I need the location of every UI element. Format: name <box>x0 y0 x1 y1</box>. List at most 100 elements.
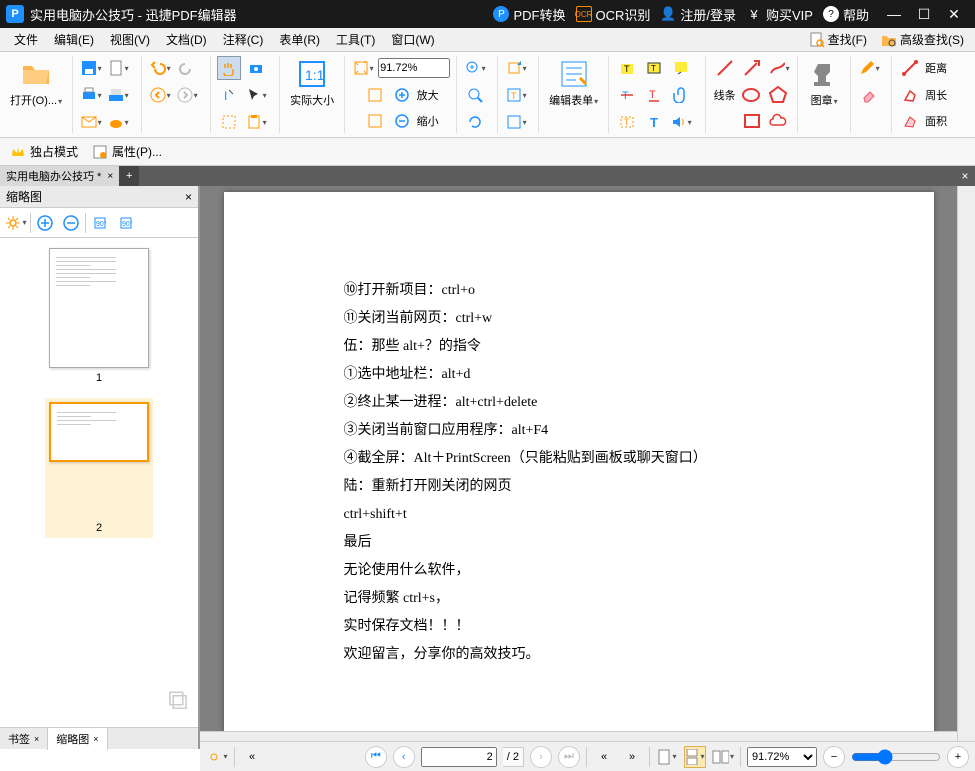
close-all-tabs-button[interactable]: × <box>955 169 975 183</box>
tab-close-icon[interactable]: × <box>107 171 113 182</box>
page-layout-single-button[interactable] <box>656 746 678 768</box>
pencil-button[interactable] <box>857 56 881 80</box>
zoom-out-button[interactable] <box>390 109 414 133</box>
line-tool-button[interactable] <box>713 56 737 80</box>
note-button[interactable] <box>669 56 693 80</box>
loupe-button[interactable] <box>463 83 487 107</box>
new-tab-button[interactable]: + <box>119 166 139 186</box>
edit-form-button[interactable]: 编辑表单 <box>545 56 602 110</box>
save-button[interactable] <box>79 56 103 80</box>
perimeter-button[interactable] <box>898 83 922 107</box>
callout-button[interactable]: T <box>642 110 666 134</box>
find-button[interactable]: 查找(F) <box>804 29 872 50</box>
document-tab[interactable]: 实用电脑办公技巧 *× <box>0 166 119 186</box>
thumb-options-button[interactable] <box>4 211 28 235</box>
oval-tool-button[interactable] <box>739 83 763 107</box>
close-button[interactable]: ✕ <box>939 6 969 23</box>
tab-bookmarks[interactable]: 书签× <box>0 728 48 750</box>
rotate-cw-button[interactable]: 90° <box>114 211 138 235</box>
distance-button[interactable] <box>898 56 922 80</box>
thumb-zoom-out-button[interactable] <box>59 211 83 235</box>
email-button[interactable] <box>79 110 103 134</box>
exclusive-mode-button[interactable]: 独占模式 <box>6 141 82 162</box>
arrow-tool-button[interactable] <box>740 56 764 80</box>
pencil-tool-button[interactable] <box>767 56 791 80</box>
document-canvas[interactable]: ⑩打开新项目：ctrl+o ⑪关闭当前网页：ctrl+w 伍：那些 alt+？的… <box>200 186 975 749</box>
page-layout-continuous-button[interactable] <box>684 746 706 768</box>
scan-button[interactable] <box>106 83 130 107</box>
help-button[interactable]: ? 帮助 <box>823 5 869 24</box>
page-number-input[interactable] <box>421 747 497 767</box>
panel-close-button[interactable]: × <box>185 190 192 204</box>
menu-comment[interactable]: 注释(C) <box>215 31 272 48</box>
zoom-in-button[interactable] <box>390 83 414 107</box>
snapshot-button[interactable] <box>244 56 268 80</box>
select-text-button[interactable]: I <box>217 83 241 107</box>
cloud-button[interactable] <box>106 110 130 134</box>
prev-view-nav-button[interactable]: « <box>593 746 615 768</box>
prev-page-button[interactable]: ‹ <box>393 746 415 768</box>
zoom-percent-select[interactable]: 91.72% <box>747 747 817 767</box>
eraser-button[interactable] <box>857 83 881 107</box>
vertical-scrollbar[interactable] <box>957 186 975 749</box>
zoom-slider[interactable] <box>851 749 941 765</box>
first-page-button[interactable]: ⏮ <box>365 746 387 768</box>
menu-view[interactable]: 视图(V) <box>102 31 158 48</box>
pdf-convert-button[interactable]: P PDF转换 <box>493 5 565 24</box>
rect-tool-button[interactable] <box>740 109 764 133</box>
buy-vip-button[interactable]: ¥ 购买VIP <box>746 5 813 24</box>
next-view-button[interactable] <box>175 83 199 107</box>
last-page-button[interactable]: ⏭ <box>558 746 580 768</box>
print-button[interactable] <box>79 83 103 107</box>
text-box-button[interactable]: T <box>642 56 666 80</box>
edit-object-button[interactable] <box>504 110 528 134</box>
fit-height-button[interactable] <box>363 109 387 133</box>
rotate-view-button[interactable] <box>504 56 528 80</box>
edit-content-button[interactable] <box>217 110 241 134</box>
select-tool-button[interactable] <box>244 83 268 107</box>
status-options-button[interactable] <box>206 746 228 768</box>
actual-size-button[interactable]: 1:1 实际大小 <box>286 56 338 110</box>
thumb-zoom-in-button[interactable] <box>33 211 57 235</box>
menu-tools[interactable]: 工具(T) <box>328 31 383 48</box>
menu-file[interactable]: 文件 <box>6 31 46 48</box>
menu-form[interactable]: 表单(R) <box>271 31 328 48</box>
cloud-tool-button[interactable] <box>767 109 791 133</box>
stamp-button[interactable]: 图章 <box>804 56 844 110</box>
pan-zoom-button[interactable] <box>463 110 487 134</box>
audio-button[interactable] <box>669 110 693 134</box>
undo-button[interactable] <box>148 56 172 80</box>
page-layout-facing-button[interactable] <box>712 746 734 768</box>
typewriter-button[interactable]: T <box>615 110 639 134</box>
next-page-button[interactable]: › <box>530 746 552 768</box>
thumbnail-page-1[interactable]: 1 <box>49 248 149 384</box>
strikethrough-button[interactable]: T <box>615 83 639 107</box>
thumbnail-page-2[interactable]: 2 <box>45 398 153 538</box>
minimize-button[interactable]: — <box>879 6 909 22</box>
new-button[interactable] <box>106 56 130 80</box>
collapse-button[interactable]: « <box>241 746 263 768</box>
status-zoom-in-button[interactable]: + <box>947 746 969 768</box>
status-zoom-out-button[interactable]: − <box>823 746 845 768</box>
maximize-button[interactable]: ☐ <box>909 6 939 23</box>
menu-document[interactable]: 文档(D) <box>158 31 215 48</box>
rotate-ccw-button[interactable]: 90° <box>88 211 112 235</box>
ocr-button[interactable]: OCR OCR识别 <box>576 5 651 24</box>
area-button[interactable] <box>898 109 922 133</box>
redo-button[interactable] <box>175 56 199 80</box>
menu-window[interactable]: 窗口(W) <box>383 31 442 48</box>
polygon-tool-button[interactable] <box>766 83 790 107</box>
zoom-marquee-button[interactable] <box>463 56 487 80</box>
fit-page-button[interactable] <box>351 56 375 80</box>
properties-button[interactable]: 属性(P)... <box>88 141 166 162</box>
menu-edit[interactable]: 编辑(E) <box>46 31 102 48</box>
login-button[interactable]: 👤 注册/登录 <box>660 5 736 24</box>
next-view-nav-button[interactable]: » <box>621 746 643 768</box>
highlight-button[interactable]: T <box>615 56 639 80</box>
prev-view-button[interactable] <box>148 83 172 107</box>
advanced-find-button[interactable]: 高级查找(S) <box>876 29 969 50</box>
clipboard-button[interactable] <box>244 110 268 134</box>
fit-width-button[interactable] <box>363 83 387 107</box>
edit-text-button[interactable]: T <box>504 83 528 107</box>
zoom-input[interactable] <box>378 58 450 78</box>
